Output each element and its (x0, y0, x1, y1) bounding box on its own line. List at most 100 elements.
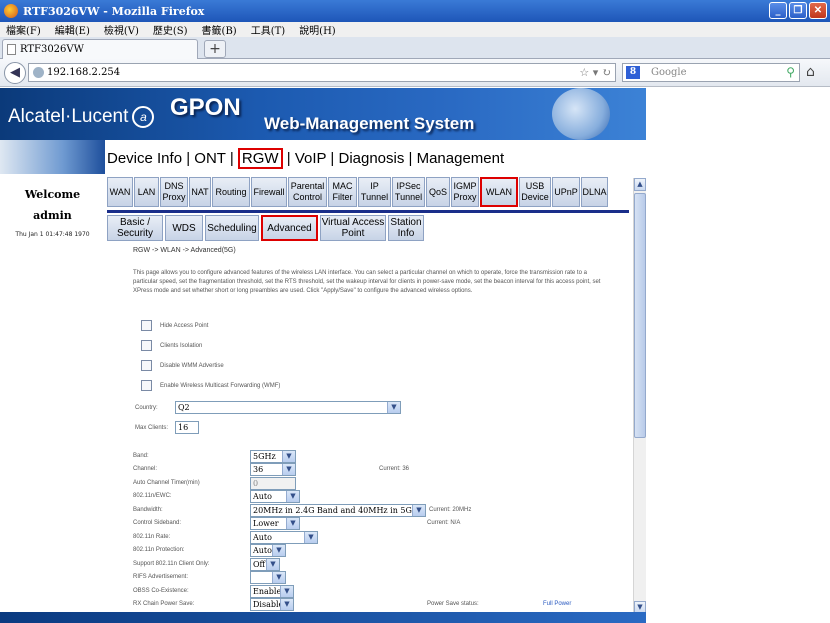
home-icon[interactable]: ⌂ (806, 64, 815, 80)
nav-diagnosis[interactable]: Diagnosis (338, 150, 404, 167)
search-bar[interactable]: 8 Google ⚲ (622, 63, 800, 82)
tab-igmp-proxy[interactable]: IGMP Proxy (451, 177, 479, 207)
80211n-protection-label: 802.11n Protection: (133, 547, 185, 553)
page-icon (7, 44, 16, 55)
tab-station-info[interactable]: Station Info (388, 215, 424, 241)
sidebar: Welcome admin Thu Jan 1 01:47:48 1970 (0, 140, 105, 623)
header-subtitle: Web-Management System (264, 114, 475, 133)
checkbox[interactable] (141, 320, 152, 331)
tab-advanced[interactable]: Advanced (261, 215, 318, 241)
config-frame: WAN LAN DNS Proxy NAT Routing Firewall P… (105, 177, 646, 623)
tab-basic-security[interactable]: Basic / Security (107, 215, 163, 241)
scroll-up-icon[interactable]: ▲ (634, 178, 646, 191)
nav-ont[interactable]: ONT (194, 150, 225, 167)
menu-history[interactable]: 歷史(S) (147, 22, 196, 37)
wlan-tabs: Basic / Security WDS Scheduling Advanced… (107, 215, 424, 241)
nav-device-info[interactable]: Device Info (107, 150, 182, 167)
page-content: Alcatel·Lucent a GPON Web-Management Syst… (0, 88, 646, 623)
tab-firewall[interactable]: Firewall (251, 177, 287, 207)
tab-qos[interactable]: QoS (426, 177, 450, 207)
back-button[interactable]: ◀ (4, 62, 26, 84)
auto-channel-timer-label: Auto Channel Timer(min) (133, 480, 200, 486)
80211n-protection-select[interactable]: Auto ▼ (250, 544, 286, 557)
checkbox[interactable] (141, 360, 152, 371)
system-time: Thu Jan 1 01:47:48 1970 (15, 231, 90, 238)
control-sideband-label: Control Sideband: (133, 520, 182, 526)
chevron-down-icon: ▼ (272, 545, 285, 556)
tabs-divider (107, 210, 629, 213)
tab-routing[interactable]: Routing (212, 177, 250, 207)
tab-wds[interactable]: WDS (165, 215, 203, 241)
menu-edit[interactable]: 編輯(E) (49, 22, 98, 37)
nav-rgw[interactable]: RGW (237, 148, 283, 169)
url-text: 192.168.2.254 (47, 67, 121, 78)
channel-select[interactable]: 36 ▼ (250, 463, 296, 476)
google-icon: 8 (626, 66, 640, 79)
rx-chain-power-save-select[interactable]: Disable ▼ (250, 598, 294, 611)
menu-bookmarks[interactable]: 書籤(B) (196, 22, 245, 37)
menu-file[interactable]: 檔案(F) (0, 22, 49, 37)
search-icon[interactable]: ⚲ (786, 64, 795, 81)
frame-scrollbar[interactable]: ▲ ▼ (633, 178, 646, 614)
menu-view[interactable]: 檢視(V) (98, 22, 147, 37)
tab-virtual-access-point[interactable]: Virtual Access Point (320, 215, 386, 241)
scroll-thumb[interactable] (634, 193, 646, 438)
rifs-advertisement-label: RIFS Advertisement: (133, 574, 189, 580)
chevron-down-icon: ▼ (266, 559, 279, 570)
chevron-down-icon: ▼ (272, 572, 285, 583)
checkbox[interactable] (141, 340, 152, 351)
tab-lan[interactable]: LAN (134, 177, 159, 207)
enable-wmf-option[interactable]: Enable Wireless Multicast Forwarding (WM… (141, 380, 280, 391)
main-nav: Device Info | ONT | RGW | VoIP | Diagnos… (107, 148, 505, 169)
tab-scheduling[interactable]: Scheduling (205, 215, 259, 241)
clients-isolation-option[interactable]: Clients Isolation (141, 340, 202, 351)
80211n-rate-select[interactable]: Auto ▼ (250, 531, 318, 544)
minimize-button[interactable]: _ (769, 2, 787, 19)
tab-upnp[interactable]: UPnP (552, 177, 580, 207)
support-80211n-only-select[interactable]: Off ▼ (250, 558, 280, 571)
menu-help[interactable]: 說明(H) (293, 22, 344, 37)
80211n-rate-label: 802.11n Rate: (133, 534, 171, 540)
control-sideband-current: Current: N/A (427, 520, 461, 526)
tab-wlan[interactable]: WLAN (480, 177, 518, 207)
tab-usb-device[interactable]: USB Device (519, 177, 551, 207)
nav-voip[interactable]: VoIP (295, 150, 326, 167)
bandwidth-select[interactable]: 20MHz in 2.4G Band and 40MHz in 5G Band▼ (250, 504, 426, 526)
band-select[interactable]: 5GHz ▼ (250, 450, 296, 463)
browser-empty-area (646, 88, 830, 623)
bookmark-star-icon[interactable]: ☆ ▾ ↻ (579, 64, 611, 81)
tab-dlna[interactable]: DLNA (581, 177, 608, 207)
tab-dns-proxy[interactable]: DNS Proxy (160, 177, 188, 207)
auto-channel-timer-input[interactable]: 0 (250, 477, 296, 490)
browser-tab[interactable]: RTF3026VW (2, 39, 198, 59)
rifs-advertisement-select[interactable]: ▼ (250, 571, 286, 584)
tab-mac-filter[interactable]: MAC Filter (328, 177, 357, 207)
page-description: This page allows you to configure advanc… (133, 270, 601, 294)
url-bar[interactable]: 192.168.2.254 ☆ ▾ ↻ (28, 63, 616, 82)
obss-coexistence-select[interactable]: Enable ▼ (250, 585, 294, 598)
close-button[interactable]: ✕ (809, 2, 827, 19)
max-clients-input[interactable]: 16 (175, 421, 199, 434)
80211n-ewc-select[interactable]: Auto ▼ (250, 490, 300, 503)
disable-wmm-option[interactable]: Disable WMM Advertise (141, 360, 224, 371)
checkbox[interactable] (141, 380, 152, 391)
tab-wan[interactable]: WAN (107, 177, 133, 207)
country-select[interactable]: Q2 ▼ (175, 401, 401, 414)
tab-parental-control[interactable]: Parental Control (288, 177, 327, 207)
chevron-down-icon: ▼ (280, 586, 293, 597)
chevron-down-icon: ▼ (286, 518, 299, 529)
maximize-button[interactable]: ❐ (789, 2, 807, 19)
chevron-down-icon: ▼ (304, 532, 317, 543)
sidebar-banner (0, 140, 105, 174)
tab-ip-tunnel[interactable]: IP Tunnel (358, 177, 391, 207)
chevron-down-icon: ▼ (280, 599, 293, 610)
new-tab-button[interactable]: + (204, 40, 226, 58)
80211n-ewc-label: 802.11n/EWC: (133, 493, 172, 499)
channel-label: Channel: (133, 466, 158, 472)
tab-nat[interactable]: NAT (189, 177, 211, 207)
control-sideband-select[interactable]: Lower ▼ (250, 517, 300, 530)
hide-access-point-option[interactable]: Hide Access Point (141, 320, 208, 331)
nav-management[interactable]: Management (417, 150, 505, 167)
tab-ipsec-tunnel[interactable]: IPSec Tunnel (392, 177, 425, 207)
menu-tools[interactable]: 工具(T) (245, 22, 293, 37)
